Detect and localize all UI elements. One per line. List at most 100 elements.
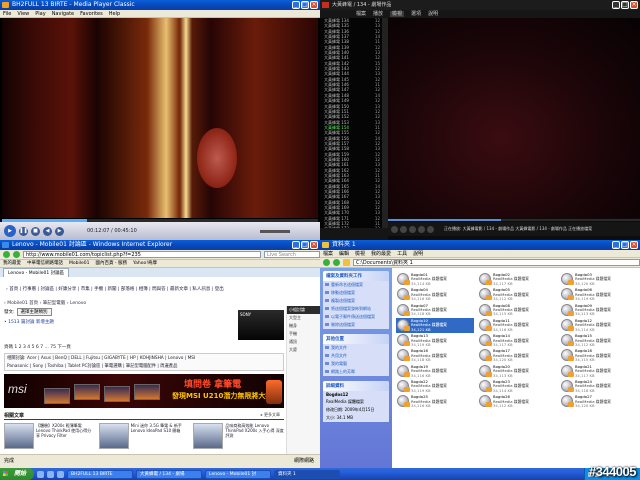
next-button[interactable]: ▶: [55, 226, 64, 236]
tab-lenovo[interactable]: Lenovo - Mobile01 討論區: [3, 268, 70, 277]
file-item[interactable]: Bogdo13 RealMedia 媒體檔案 34,119 KB: [396, 333, 474, 348]
minimize-button[interactable]: _: [612, 1, 620, 9]
play-button[interactable]: ▶: [4, 225, 16, 237]
file-item[interactable]: Bogdo23 RealMedia 媒體檔案 34,114 KB: [478, 379, 556, 394]
task-link[interactable]: 複製這個檔案: [323, 297, 389, 305]
menu-item[interactable]: 檢視: [390, 11, 405, 17]
forward-icon[interactable]: [333, 259, 340, 266]
news-text[interactable]: 品味商務高效能 Lenovo ThinkPad X200s 入手心得 深度評測: [225, 423, 284, 453]
menu-item[interactable]: 說明: [428, 11, 438, 17]
taskbar-button[interactable]: 大黃蜂電 / 134 - 劇場: [136, 469, 203, 479]
menu-item[interactable]: 檔案: [356, 11, 366, 17]
favorite-link[interactable]: 國內百貨 - 服務: [96, 261, 127, 266]
file-item[interactable]: Bogdo05 RealMedia 媒體檔案 34,112 KB: [478, 287, 556, 302]
maximize-button[interactable]: □: [301, 1, 309, 9]
news-text[interactable]: Mini 迷你 3.5G 筆電 & 新手 Lenovo IdeaPad S10 …: [131, 423, 190, 453]
file-item[interactable]: Bogdo25 RealMedia 媒體檔案 34,116 KB: [396, 394, 474, 409]
news-item[interactable]: 品味商務高效能 Lenovo ThinkPad X200s 入手心得 深度評測: [193, 423, 284, 453]
start-button[interactable]: 開始: [0, 468, 35, 480]
news-item[interactable]: 【體驗】X200s 輕薄筆電 Lenovo ThinkPad 使用心得分享 Pr…: [4, 423, 95, 453]
task-link[interactable]: 重新命名這個檔案: [323, 281, 389, 289]
browser-titlebar[interactable]: Lenovo - Mobile01 討論區 - Windows Internet…: [0, 240, 320, 250]
file-item[interactable]: Bogdo22 RealMedia 媒體檔案 34,119 KB: [396, 379, 474, 394]
site-nav[interactable]: › 首頁 | 行事曆 | 討論區 | 好康分享 | 市集 | 手機 | 新聞 |…: [0, 286, 320, 294]
file-item[interactable]: Bogdo14 RealMedia 媒體檔案 34,117 KB: [478, 333, 556, 348]
pause-button[interactable]: [400, 225, 407, 233]
file-item[interactable]: Bogdo12 RealMedia 媒體檔案 34,114 KB: [560, 318, 638, 333]
address-bar[interactable]: C:\Documents\資料夾 1: [353, 259, 640, 266]
favorite-link[interactable]: 我的最愛: [3, 261, 21, 266]
file-item[interactable]: Bogdo17 RealMedia 媒體檔案 34,120 KB: [478, 348, 556, 363]
menu-item[interactable]: 工具: [397, 251, 407, 257]
forward-icon[interactable]: [13, 251, 20, 258]
file-item[interactable]: Bogdo15 RealMedia 媒體檔案 34,112 KB: [560, 333, 638, 348]
prev-button[interactable]: ◀: [43, 226, 52, 236]
back-icon[interactable]: [323, 259, 330, 266]
stop-button[interactable]: ■: [31, 226, 40, 236]
file-item[interactable]: Bogdo26 RealMedia 媒體檔案 34,112 KB: [478, 394, 556, 409]
up-folder-icon[interactable]: [343, 259, 350, 266]
address-bar[interactable]: http://www.mobile01.com/topiclist.php?f=…: [23, 251, 261, 258]
thread-count[interactable]: • 1513 篇討論 新增主題: [4, 319, 54, 325]
volume-slider[interactable]: [260, 229, 290, 233]
stop-button[interactable]: [409, 225, 416, 233]
file-item[interactable]: Bogdo03 RealMedia 媒體檔案 34,120 KB: [560, 272, 638, 287]
select-value[interactable]: 選擇主題類別: [16, 308, 52, 316]
side-item[interactable]: 手機: [287, 330, 320, 338]
playlist[interactable]: 大黃蜂電 134 12 大黃蜂電 135 13 大黃蜂電 136 12 大黃蜂電 137 14…: [320, 18, 388, 228]
file-item[interactable]: Bogdo10 RealMedia 媒體檔案 34,121 KB: [396, 317, 474, 334]
taskbar-button[interactable]: 資料夾 1: [274, 469, 341, 479]
menu-item[interactable]: Play: [35, 11, 45, 17]
file-item[interactable]: Bogdo21 RealMedia 媒體檔案 34,117 KB: [560, 364, 638, 379]
place-link[interactable]: 共用文件: [323, 352, 389, 360]
close-button[interactable]: ×: [310, 241, 318, 249]
msi-banner[interactable]: msi 填問卷 拿筆電 發現MSI U210潛力無限將大挑戰: [4, 374, 284, 408]
favorite-link[interactable]: Mobile01: [69, 261, 90, 266]
side-item[interactable]: 大型主: [287, 314, 320, 322]
favorite-link[interactable]: Yahoo!奇摩: [133, 261, 157, 266]
quick-launch-icon[interactable]: [57, 470, 65, 478]
menu-item[interactable]: Navigate: [52, 11, 74, 17]
file-item[interactable]: Bogdo19 RealMedia 媒體檔案 34,116 KB: [396, 364, 474, 379]
maximize-button[interactable]: □: [621, 1, 629, 9]
file-item[interactable]: Bogdo01 RealMedia 媒體檔案 34,114 KB: [396, 272, 474, 287]
close-button[interactable]: ×: [310, 1, 318, 9]
prev-button[interactable]: [418, 225, 425, 233]
file-item[interactable]: Bogdo02 RealMedia 媒體檔案 34,117 KB: [478, 272, 556, 287]
file-item[interactable]: Bogdo18 RealMedia 媒體檔案 34,115 KB: [560, 348, 638, 363]
task-link[interactable]: 將這個檔案發佈到網站: [323, 305, 389, 313]
pagination[interactable]: 頁碼 1 2 3 4 5 6 7 ... 75 下一頁: [4, 344, 71, 350]
brand-row-2[interactable]: Panasonic | Sony | Toshiba | Tablet PC討論…: [7, 363, 281, 370]
minimize-button[interactable]: _: [292, 241, 300, 249]
file-tasks-header[interactable]: 檔案及資料夾工作: [323, 271, 389, 281]
brand-row-1[interactable]: 相關討論: Acer | Asus | BenQ | DELL | Fujits…: [7, 355, 281, 363]
quick-launch-icon[interactable]: [47, 470, 55, 478]
media-player-titlebar[interactable]: 大黃蜂電 / 134 - 劇場作品 _ □ ×: [320, 0, 640, 10]
other-places-header[interactable]: 其他位置: [323, 334, 389, 344]
pause-button[interactable]: ❚❚: [19, 226, 28, 236]
back-icon[interactable]: [3, 251, 10, 258]
search-input[interactable]: Live Search: [264, 251, 320, 258]
task-link[interactable]: 移動這個檔案: [323, 289, 389, 297]
menu-item[interactable]: 播放: [373, 11, 383, 17]
close-button[interactable]: ×: [630, 1, 638, 9]
task-link[interactable]: 以電子郵件傳送這個檔案: [323, 313, 389, 321]
menu-item[interactable]: 檔案: [323, 251, 333, 257]
menu-item[interactable]: 說明: [413, 251, 423, 257]
minimize-button[interactable]: _: [612, 241, 620, 249]
side-item[interactable]: 大廈: [287, 346, 320, 354]
next-button[interactable]: [427, 225, 434, 233]
taskbar-button[interactable]: Lenovo - Mobile01 討: [205, 469, 272, 479]
video-player-titlebar[interactable]: BH2FULL 13 BIRTE - Media Player Classic …: [0, 0, 320, 10]
file-item[interactable]: Bogdo27 RealMedia 媒體檔案 34,120 KB: [560, 394, 638, 409]
task-link[interactable]: 刪除這個檔案: [323, 321, 389, 329]
file-item[interactable]: Bogdo11 RealMedia 媒體檔案 34,116 KB: [478, 318, 556, 333]
menu-item[interactable]: View: [17, 11, 29, 17]
side-item[interactable]: 機身: [287, 322, 320, 330]
news-text[interactable]: 【體驗】X200s 輕薄筆電 Lenovo ThinkPad 使用心得分享 Pr…: [36, 423, 95, 453]
maximize-button[interactable]: □: [301, 241, 309, 249]
file-item[interactable]: Bogdo07 RealMedia 媒體檔案 34,118 KB: [396, 303, 474, 318]
details-header[interactable]: 詳細資料: [323, 381, 389, 391]
file-item[interactable]: Bogdo16 RealMedia 媒體檔案 34,118 KB: [396, 348, 474, 363]
favorite-link[interactable]: 中華電信網路電話: [27, 261, 63, 266]
